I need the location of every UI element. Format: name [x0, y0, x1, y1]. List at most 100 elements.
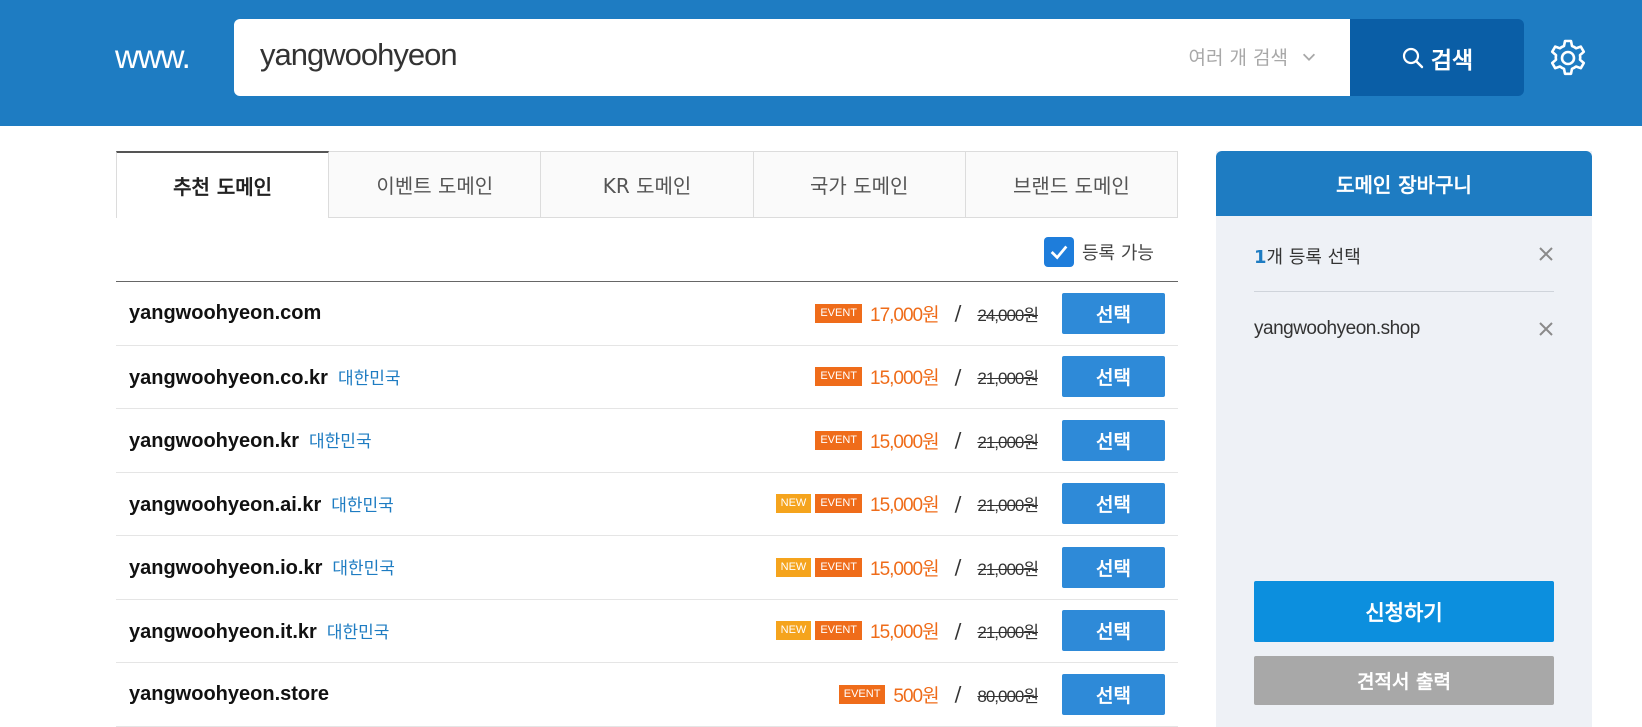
cart-summary: 1개 등록 선택	[1254, 243, 1361, 269]
check-icon	[1050, 245, 1068, 260]
event-badge: EVENT	[815, 494, 863, 514]
event-badge: EVENT	[815, 621, 863, 641]
new-badge: NEW	[775, 621, 812, 641]
sale-price: 15,000원	[870, 368, 940, 390]
available-filter[interactable]: 등록 가능	[1044, 237, 1154, 267]
tab-event[interactable]: 이벤트 도메인	[329, 151, 542, 218]
cart-divider	[1254, 291, 1554, 292]
domain-list: yangwoohyeon.com EVENT 17,000원/24,000원 선택 ya…	[116, 282, 1178, 727]
event-badge: EVENT	[815, 430, 863, 450]
new-badge: NEW	[775, 494, 812, 514]
price-separator: /	[954, 364, 962, 389]
domain-name: yangwoohyeon.com	[129, 302, 321, 325]
search-button-label: 검색	[1430, 47, 1474, 74]
price-area: EVENT 17,000원 / 24,000원	[815, 300, 1039, 327]
domain-name: yangwoohyeon.io.kr 대한민국	[129, 554, 395, 580]
price-separator: /	[954, 491, 962, 516]
sale-price: 15,000원	[870, 622, 940, 644]
quote-print-button[interactable]: 견적서 출력	[1254, 656, 1554, 705]
apply-button[interactable]: 신청하기	[1254, 581, 1554, 642]
cart-count: 1	[1254, 247, 1267, 268]
new-badge: NEW	[775, 557, 812, 577]
cart-count-label: 개 등록 선택	[1266, 247, 1361, 268]
domain-search-box[interactable]: yangwoohyeon 여러 개 검색	[234, 19, 1350, 96]
cart-item: yangwoohyeon.shop	[1254, 318, 1420, 339]
sale-price: 17,000원	[870, 304, 940, 326]
sale-price: 15,000원	[870, 558, 940, 580]
country-label: 대한민국	[332, 559, 395, 580]
tab-kr[interactable]: KR 도메인	[541, 151, 754, 218]
price-separator: /	[954, 682, 962, 707]
original-price: 21,000원	[977, 623, 1039, 643]
www-prefix: www.	[115, 38, 191, 75]
country-label: 대한민국	[326, 622, 390, 643]
domain-row: yangwoohyeon.io.kr 대한민국 NEW EVENT 15,000원 / 21…	[116, 536, 1178, 600]
domain-name-text: yangwoohyeon.ai.kr	[129, 493, 322, 516]
multi-search-dropdown[interactable]: 여러 개 검색	[1189, 43, 1318, 70]
domain-row: yangwoohyeon.it.kr 대한민국 NEW EVENT 15,000원 / 21…	[116, 600, 1178, 663]
domain-name: yangwoohyeon.co.kr 대한민국	[129, 364, 401, 390]
price-area: EVENT 15,000원 / 21,000원	[815, 363, 1039, 390]
available-filter-label: 등록 가능	[1082, 243, 1154, 264]
select-button[interactable]: 선택	[1062, 419, 1165, 461]
search-icon	[1402, 47, 1424, 68]
original-price: 21,000원	[977, 369, 1039, 389]
event-badge: EVENT	[815, 303, 863, 323]
country-label: 대한민국	[331, 495, 394, 516]
price-separator: /	[954, 555, 962, 580]
price-area: EVENT 500원 / 80,000원	[838, 681, 1039, 708]
domain-row: yangwoohyeon.store EVENT 500원 / 80,000원 선택	[116, 663, 1178, 727]
event-badge: EVENT	[838, 684, 886, 704]
chevron-down-icon	[1302, 53, 1316, 61]
domain-name-text: yangwoohyeon.store	[129, 682, 330, 705]
multi-search-label: 여러 개 검색	[1188, 47, 1288, 69]
price-area: EVENT 15,000원 / 21,000원	[815, 427, 1039, 454]
sale-price: 500원	[893, 685, 939, 707]
domain-row: yangwoohyeon.com EVENT 17,000원 / 24,000원 선택	[116, 282, 1178, 346]
select-button[interactable]: 선택	[1062, 483, 1165, 525]
price-separator: /	[954, 428, 962, 453]
price-area: NEW EVENT 15,000원 / 21,000원	[775, 617, 1039, 644]
domain-name: yangwoohyeon.kr 대한민국	[129, 427, 372, 453]
search-input[interactable]: yangwoohyeon	[260, 37, 458, 73]
domain-row: yangwoohyeon.kr 대한민국 EVENT 15,000원 / 21,000원 선…	[116, 409, 1178, 473]
original-price: 21,000원	[977, 432, 1039, 452]
original-price: 24,000원	[977, 305, 1039, 325]
select-button[interactable]: 선택	[1062, 610, 1165, 652]
tab-country[interactable]: 국가 도메인	[753, 151, 966, 218]
event-badge: EVENT	[815, 557, 863, 577]
close-icon[interactable]	[1538, 246, 1554, 262]
close-icon[interactable]	[1538, 321, 1554, 337]
tab-recommended[interactable]: 추천 도메인	[116, 151, 330, 218]
domain-name-text: yangwoohyeon.co.kr	[129, 366, 328, 389]
domain-row: yangwoohyeon.co.kr 대한민국 EVENT 15,000원 / 21,00…	[116, 346, 1178, 409]
search-button[interactable]: 검색	[1350, 19, 1524, 96]
select-button[interactable]: 선택	[1062, 546, 1165, 588]
domain-name-text: yangwoohyeon.com	[129, 301, 322, 324]
domain-name: yangwoohyeon.ai.kr 대한민국	[129, 491, 394, 517]
original-price: 80,000원	[977, 686, 1039, 706]
domain-row: yangwoohyeon.ai.kr 대한민국 NEW EVENT 15,000원 / 21…	[116, 473, 1178, 536]
price-separator: /	[954, 301, 962, 326]
original-price: 21,000원	[977, 559, 1039, 579]
select-button[interactable]: 선택	[1062, 673, 1165, 715]
domain-name: yangwoohyeon.it.kr 대한민국	[129, 618, 389, 644]
event-badge: EVENT	[815, 367, 863, 387]
price-area: NEW EVENT 15,000원 / 21,000원	[775, 490, 1039, 517]
domain-name-text: yangwoohyeon.it.kr	[129, 620, 317, 643]
tab-brand[interactable]: 브랜드 도메인	[965, 151, 1179, 218]
country-label: 대한민국	[337, 368, 401, 389]
domain-category-tabs: 추천 도메인 이벤트 도메인 KR 도메인 국가 도메인 브랜드 도메인	[116, 151, 1179, 218]
price-separator: /	[954, 618, 962, 643]
domain-name-text: yangwoohyeon.io.kr	[129, 557, 323, 580]
cart-title: 도메인 장바구니	[1216, 151, 1592, 216]
domain-name: yangwoohyeon.store	[129, 683, 329, 706]
select-button[interactable]: 선택	[1062, 356, 1165, 398]
price-area: NEW EVENT 15,000원 / 21,000원	[775, 554, 1039, 581]
header-bar: www. yangwoohyeon 여러 개 검색 검색	[0, 0, 1642, 126]
select-button[interactable]: 선택	[1062, 292, 1165, 334]
gear-icon[interactable]	[1548, 38, 1588, 78]
sale-price: 15,000원	[870, 431, 940, 453]
available-checkbox[interactable]	[1044, 237, 1074, 267]
country-label: 대한민국	[309, 432, 372, 453]
